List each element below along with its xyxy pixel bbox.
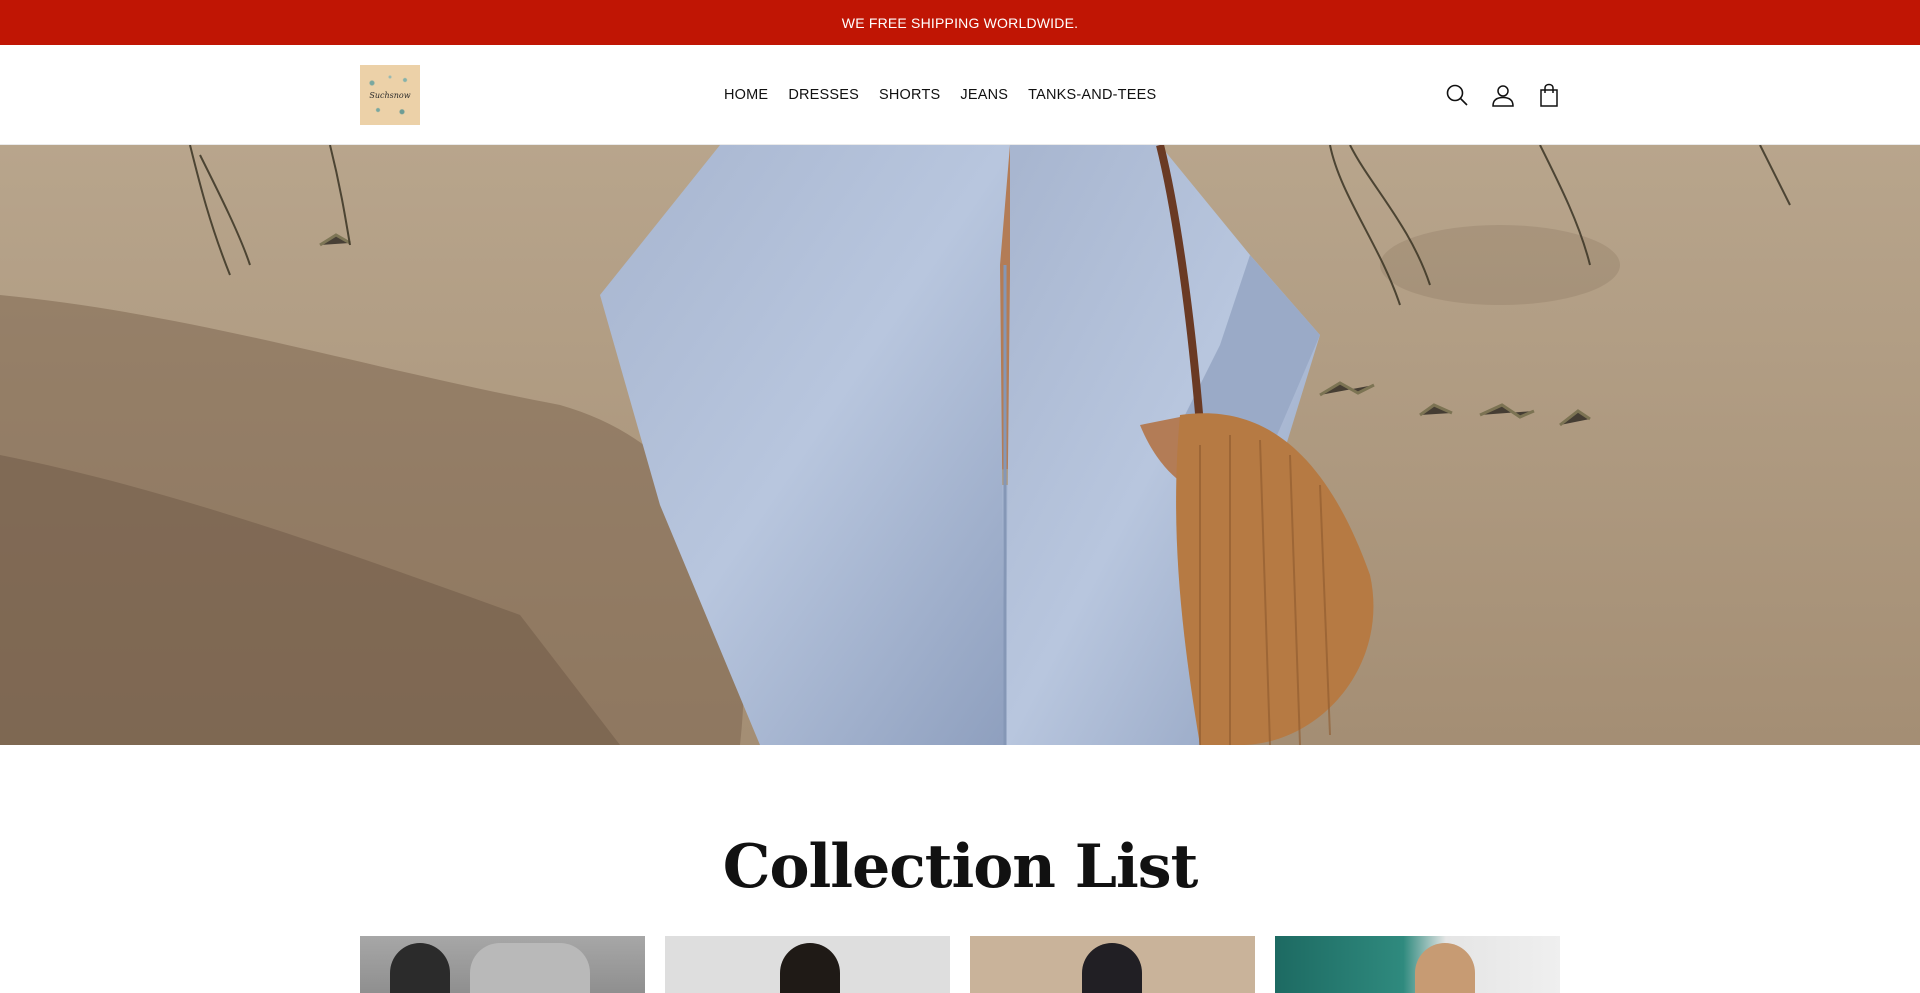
collection-card-image	[470, 943, 590, 993]
account-icon[interactable]	[1489, 81, 1517, 109]
hero-banner[interactable]	[0, 145, 1920, 745]
collection-card-image	[780, 943, 840, 993]
search-icon[interactable]	[1443, 81, 1471, 109]
collection-card-image	[1082, 943, 1142, 993]
header-icons	[1443, 81, 1563, 109]
nav-item-tanks-and-tees[interactable]: TANKS-AND-TEES	[1028, 85, 1156, 105]
nav-item-home[interactable]: HOME	[724, 85, 768, 105]
site-header: Suchsnow HOME DRESSES SHORTS JEANS TANKS…	[0, 45, 1920, 145]
collection-card-image	[390, 943, 450, 993]
nav-item-jeans[interactable]: JEANS	[960, 85, 1008, 105]
collection-card[interactable]	[1275, 936, 1560, 993]
cart-icon[interactable]	[1535, 81, 1563, 109]
main-nav: HOME DRESSES SHORTS JEANS TANKS-AND-TEES	[724, 85, 1156, 105]
nav-item-shorts[interactable]: SHORTS	[879, 85, 940, 105]
nav-item-dresses[interactable]: DRESSES	[788, 85, 859, 105]
collection-card[interactable]	[360, 936, 645, 993]
hero-image	[0, 145, 1920, 745]
store-logo[interactable]: Suchsnow	[360, 65, 420, 125]
announcement-bar: WE FREE SHIPPING WORLDWIDE.	[0, 0, 1920, 45]
logo-text: Suchsnow	[369, 90, 411, 100]
collection-cards	[360, 936, 1560, 993]
collection-card[interactable]	[665, 936, 950, 993]
collection-card[interactable]	[970, 936, 1255, 993]
collection-card-image	[1415, 943, 1475, 993]
announcement-text: WE FREE SHIPPING WORLDWIDE.	[841, 14, 1079, 31]
collection-list-title: Collection List	[722, 832, 1199, 902]
